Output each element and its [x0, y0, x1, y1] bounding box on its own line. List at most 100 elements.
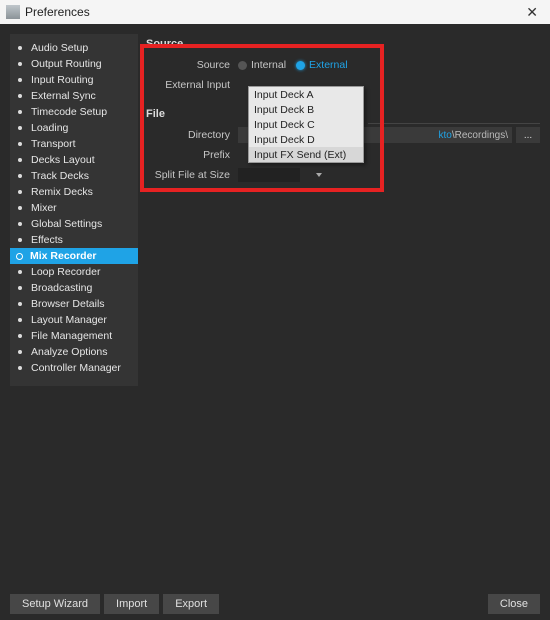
sidebar-item-label: File Management [31, 330, 112, 342]
split-size-label: Split File at Size [144, 169, 238, 181]
sidebar-item-label: Layout Manager [31, 314, 107, 326]
footer: Setup Wizard Import Export Close [10, 594, 540, 614]
bullet-icon [16, 253, 23, 260]
dropdown-option[interactable]: Input FX Send (Ext) [249, 147, 363, 162]
dropdown-option[interactable]: Input Deck A [249, 87, 363, 102]
window-title: Preferences [25, 5, 90, 19]
bullet-icon [18, 222, 22, 226]
sidebar-item-label: Controller Manager [31, 362, 121, 374]
sidebar-item-label: Broadcasting [31, 282, 92, 294]
sidebar-item-label: Analyze Options [31, 346, 107, 358]
sidebar-item[interactable]: Layout Manager [10, 312, 138, 328]
chevron-down-icon[interactable] [314, 168, 324, 182]
split-size-value-field[interactable] [238, 168, 300, 182]
sidebar-item[interactable]: Loop Recorder [10, 264, 138, 280]
sidebar-item-label: Output Routing [31, 58, 102, 70]
sidebar-item[interactable]: Mix Recorder [10, 248, 138, 264]
source-row: Source Internal External [144, 56, 540, 74]
bullet-icon [18, 318, 22, 322]
sidebar-item-label: Loading [31, 122, 68, 134]
bullet-icon [18, 366, 22, 370]
external-input-label: External Input [144, 79, 238, 91]
sidebar-item-label: Timecode Setup [31, 106, 107, 118]
sidebar-item-label: Mixer [31, 202, 57, 214]
sidebar-item-label: Audio Setup [31, 42, 88, 54]
directory-label: Directory [144, 129, 238, 141]
bullet-icon [18, 350, 22, 354]
sidebar-item[interactable]: Transport [10, 136, 138, 152]
radio-internal[interactable]: Internal [238, 59, 286, 71]
divider [368, 123, 540, 124]
sidebar-item-label: Decks Layout [31, 154, 95, 166]
external-input-dropdown[interactable]: Input Deck AInput Deck BInput Deck CInpu… [248, 86, 364, 163]
bullet-icon [18, 174, 22, 178]
sidebar-item[interactable]: Remix Decks [10, 184, 138, 200]
sidebar-item[interactable]: File Management [10, 328, 138, 344]
bullet-icon [18, 78, 22, 82]
prefix-label: Prefix [144, 149, 238, 161]
sidebar-item-label: Input Routing [31, 74, 93, 86]
bullet-icon [18, 46, 22, 50]
bullet-icon [18, 270, 22, 274]
sidebar-item-label: Browser Details [31, 298, 105, 310]
titlebar: Preferences ✕ [0, 0, 550, 24]
sidebar-item[interactable]: Output Routing [10, 56, 138, 72]
bullet-icon [18, 142, 22, 146]
sidebar-item[interactable]: Decks Layout [10, 152, 138, 168]
dropdown-option[interactable]: Input Deck D [249, 132, 363, 147]
bullet-icon [18, 334, 22, 338]
bullet-icon [18, 94, 22, 98]
bullet-icon [18, 110, 22, 114]
sidebar-item[interactable]: Mixer [10, 200, 138, 216]
radio-external[interactable]: External [296, 59, 348, 71]
sidebar-item-label: Track Decks [31, 170, 89, 182]
sidebar-item[interactable]: Controller Manager [10, 360, 138, 376]
bullet-icon [18, 158, 22, 162]
directory-path-prefix: kto [439, 130, 452, 141]
sidebar-item-label: Global Settings [31, 218, 102, 230]
radio-dot-icon [296, 61, 305, 70]
setup-wizard-button[interactable]: Setup Wizard [10, 594, 100, 614]
bullet-icon [18, 302, 22, 306]
dropdown-option[interactable]: Input Deck C [249, 117, 363, 132]
source-section-title: Source [146, 38, 540, 50]
radio-internal-label: Internal [251, 59, 286, 71]
sidebar-item-label: Loop Recorder [31, 266, 100, 278]
sidebar-item-label: External Sync [31, 90, 96, 102]
browse-button[interactable]: ... [516, 127, 540, 143]
directory-path-value: \Recordings\ [452, 130, 508, 141]
sidebar: Audio Setup Output Routing Input Routing Ex… [10, 34, 138, 386]
sidebar-item-label: Remix Decks [31, 186, 93, 198]
sidebar-item[interactable]: Input Routing [10, 72, 138, 88]
sidebar-item[interactable]: Audio Setup [10, 40, 138, 56]
bullet-icon [18, 62, 22, 66]
sidebar-item[interactable]: Track Decks [10, 168, 138, 184]
bullet-icon [18, 126, 22, 130]
bullet-icon [18, 190, 22, 194]
sidebar-item-label: Mix Recorder [30, 250, 97, 262]
dropdown-option[interactable]: Input Deck B [249, 102, 363, 117]
sidebar-item[interactable]: Loading [10, 120, 138, 136]
sidebar-item-label: Effects [31, 234, 63, 246]
sidebar-item[interactable]: Global Settings [10, 216, 138, 232]
split-size-row: Split File at Size [144, 166, 540, 184]
window-close-button[interactable]: ✕ [520, 4, 544, 21]
radio-external-label: External [309, 59, 348, 71]
import-button[interactable]: Import [104, 594, 159, 614]
preferences-window: Preferences ✕ Audio Setup Output Routing I… [0, 0, 550, 620]
sidebar-item[interactable]: Timecode Setup [10, 104, 138, 120]
app-icon [6, 5, 20, 19]
radio-dot-icon [238, 61, 247, 70]
sidebar-item[interactable]: Analyze Options [10, 344, 138, 360]
bullet-icon [18, 206, 22, 210]
source-label: Source [144, 59, 238, 71]
sidebar-item-label: Transport [31, 138, 76, 150]
sidebar-item[interactable]: Effects [10, 232, 138, 248]
sidebar-item[interactable]: Broadcasting [10, 280, 138, 296]
sidebar-item[interactable]: External Sync [10, 88, 138, 104]
bullet-icon [18, 286, 22, 290]
content-area: Audio Setup Output Routing Input Routing Ex… [0, 24, 550, 620]
sidebar-item[interactable]: Browser Details [10, 296, 138, 312]
close-button[interactable]: Close [488, 594, 540, 614]
export-button[interactable]: Export [163, 594, 219, 614]
